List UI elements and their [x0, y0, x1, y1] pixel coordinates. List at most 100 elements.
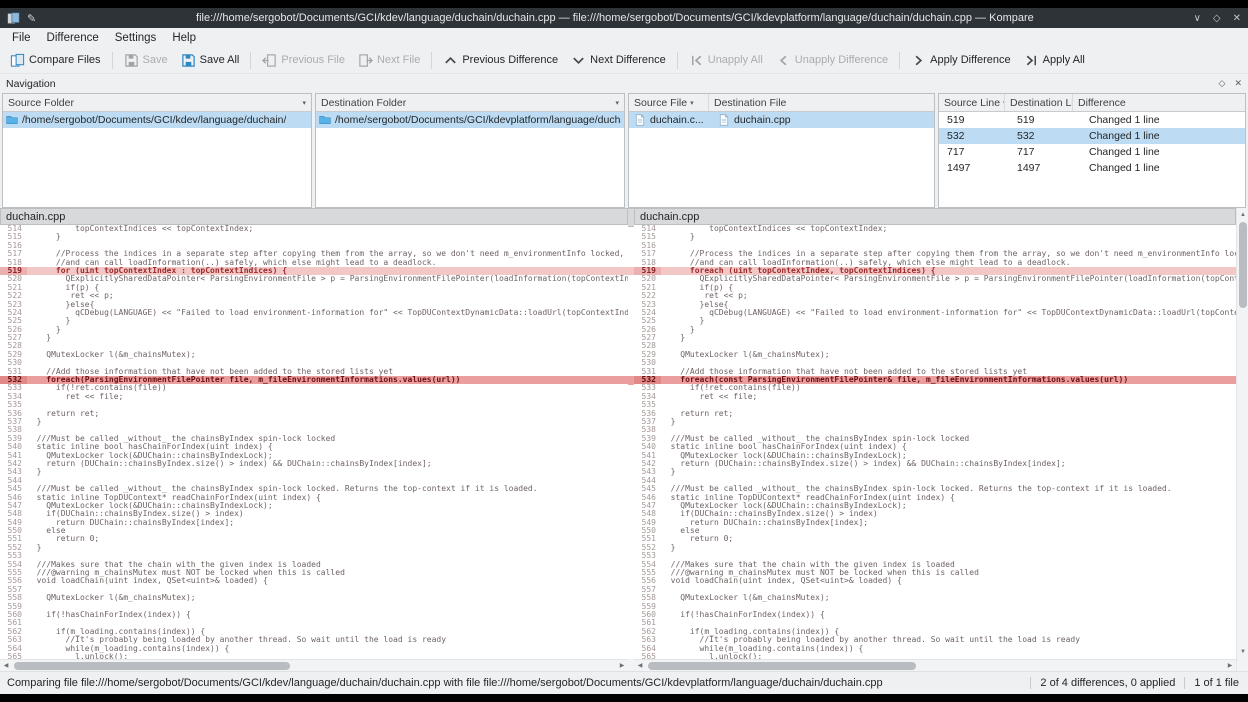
code-line: 559 [634, 603, 1236, 611]
source-file-header[interactable]: Source File ▾ [629, 94, 709, 111]
source-code-view[interactable]: 514 topContextIndices << topContextIndex… [0, 225, 628, 659]
menu-help[interactable]: Help [164, 30, 204, 46]
code-text: return 0; [27, 535, 628, 543]
destination-code-view[interactable]: 514 topContextIndices << topContextIndex… [634, 225, 1236, 659]
vertical-scrollbar[interactable]: ▲ ▼ [1236, 208, 1248, 671]
minimize-button[interactable]: ∨ [1194, 13, 1201, 24]
destination-folder-header[interactable]: Destination Folder ▾ [316, 94, 624, 111]
code-line: 547 QMutexLocker lock(&DUChain::chainsBy… [0, 502, 628, 510]
differences-table: Source Line ▾ Destination Line Differenc… [938, 93, 1246, 208]
code-text: ret << p; [661, 292, 1236, 300]
code-line: 523 }else{ [634, 301, 1236, 309]
code-text: return (DUChain::chainsByIndex.size() > … [27, 460, 628, 468]
code-line: 529 QMutexLocker l(&m_chainsMutex); [634, 351, 1236, 359]
hscroll-thumb[interactable] [648, 662, 916, 670]
source-folder-header[interactable]: Source Folder ▾ [3, 94, 311, 111]
code-line: 539 ///Must be called _without_ the chai… [634, 435, 1236, 443]
code-text: //Process the indices in a separate step… [661, 250, 1236, 258]
close-button[interactable]: ✕ [1233, 13, 1241, 24]
menu-difference[interactable]: Difference [39, 30, 107, 46]
code-line[interactable]: 519 foreach (uint topContextIndex, topCo… [634, 267, 1236, 275]
compare-files-button[interactable]: Compare Files [4, 50, 107, 71]
next-difference-button[interactable]: Next Difference [565, 50, 672, 71]
difference-row[interactable]: 717717Changed 1 line [939, 144, 1245, 160]
file-pair-row[interactable]: duchain.c... duchain.cpp [629, 112, 934, 128]
difference-row[interactable]: 532532Changed 1 line [939, 128, 1245, 144]
destination-hscrollbar[interactable]: ◀ ▶ [634, 659, 1236, 671]
code-line: 524 qCDebug(LANGUAGE) << "Failed to load… [634, 309, 1236, 317]
code-text: ///Makes sure that the chain with the gi… [661, 561, 1236, 569]
previous-difference-icon [443, 53, 458, 68]
save-button[interactable]: Save [118, 50, 174, 71]
code-line[interactable]: 519 for (uint topContextIndex : topConte… [0, 267, 628, 275]
code-line: 550 else [634, 527, 1236, 535]
code-text: for (uint topContextIndex : topContextIn… [27, 267, 628, 275]
previous-file-button[interactable]: Previous File [256, 50, 351, 71]
code-text: ret << file; [27, 393, 628, 401]
code-text: QMutexLocker lock(&DUChain::chainsByInde… [27, 452, 628, 460]
next-file-button[interactable]: Next File [352, 50, 426, 71]
source-hscrollbar[interactable]: ◀ ▶ [0, 659, 628, 671]
menu-file[interactable]: File [4, 30, 39, 46]
scroll-right-icon[interactable]: ▶ [616, 660, 628, 672]
destination-file-header[interactable]: Destination File [709, 94, 934, 111]
code-line: 535 [0, 401, 628, 409]
code-line[interactable]: 532 foreach(ParsingEnvironmentFilePointe… [0, 376, 628, 384]
difference-row[interactable]: 519519Changed 1 line [939, 112, 1245, 128]
code-line[interactable]: 532 foreach(const ParsingEnvironmentFile… [634, 376, 1236, 384]
vscroll-thumb[interactable] [1239, 222, 1247, 308]
code-text: ///Makes sure that the chain with the gi… [27, 561, 628, 569]
save-icon [124, 53, 139, 68]
window-title: file:///home/sergobot/Documents/GCI/kdev… [43, 12, 1186, 24]
code-text [661, 242, 1236, 250]
apply-all-icon [1024, 53, 1039, 68]
code-line: 547 QMutexLocker lock(&DUChain::chainsBy… [634, 502, 1236, 510]
scroll-up-icon[interactable]: ▲ [1237, 209, 1248, 221]
apply-all-button[interactable]: Apply All [1018, 50, 1091, 71]
code-line: 551 return 0; [634, 535, 1236, 543]
folder-icon [6, 114, 18, 126]
code-text: QMutexLocker lock(&DUChain::chainsByInde… [27, 502, 628, 510]
dock-close-button[interactable]: ✕ [1234, 78, 1242, 89]
hscroll-thumb[interactable] [14, 662, 290, 670]
code-text: foreach(const ParsingEnvironmentFilePoin… [661, 376, 1236, 384]
scroll-right-icon[interactable]: ▶ [1224, 660, 1236, 672]
code-text: if(!ret.contains(file)) [661, 384, 1236, 392]
code-line: 543 } [0, 468, 628, 476]
destination-folder-row[interactable]: /home/sergobot/Documents/GCI/kdevplatfor… [316, 112, 624, 128]
scroll-left-icon[interactable]: ◀ [0, 660, 12, 672]
code-text [661, 619, 1236, 627]
maximize-button[interactable]: ◇ [1213, 13, 1221, 24]
difference-row[interactable]: 14971497Changed 1 line [939, 160, 1245, 176]
save-all-button[interactable]: Save All [175, 50, 246, 71]
previous-difference-button[interactable]: Previous Difference [437, 50, 564, 71]
difference-header[interactable]: Difference [1073, 94, 1245, 111]
code-text [27, 586, 628, 594]
compare-files-icon [10, 53, 25, 68]
menu-settings[interactable]: Settings [107, 30, 165, 46]
source-line-header[interactable]: Source Line ▾ [939, 94, 1005, 111]
code-text: }else{ [661, 301, 1236, 309]
source-pane: duchain.cpp 514 topContextIndices << top… [0, 208, 628, 671]
scroll-left-icon[interactable]: ◀ [634, 660, 646, 672]
chevron-down-icon: ▾ [302, 99, 306, 107]
code-text: return ret; [27, 410, 628, 418]
source-folder-row[interactable]: /home/sergobot/Documents/GCI/kdev/langua… [3, 112, 311, 128]
unapply-difference-button[interactable]: Unapply Difference [770, 50, 894, 71]
code-text: QMutexLocker l(&m_chainsMutex); [27, 594, 628, 602]
code-line: 542 return (DUChain::chainsByIndex.size(… [0, 460, 628, 468]
code-text: qCDebug(LANGUAGE) << "Failed to load env… [27, 309, 628, 317]
code-line: 516 [634, 242, 1236, 250]
destination-line-header[interactable]: Destination Line [1005, 94, 1073, 111]
scroll-down-icon[interactable]: ▼ [1237, 646, 1248, 658]
apply-difference-button[interactable]: Apply Difference [905, 50, 1017, 71]
unapply-all-button[interactable]: Unapply All [683, 50, 769, 71]
code-text: while(m_loading.contains(index)) { [27, 645, 628, 653]
toolbar-separator [677, 52, 678, 69]
code-text: ///@warning m_chainsMutex must NOT be lo… [661, 569, 1236, 577]
code-text: } [27, 544, 628, 552]
dock-float-button[interactable]: ◇ [1219, 78, 1226, 89]
code-text: } [27, 418, 628, 426]
code-text: return ret; [661, 410, 1236, 418]
code-line: 520 QExplicitlySharedDataPointer< Parsin… [634, 275, 1236, 283]
